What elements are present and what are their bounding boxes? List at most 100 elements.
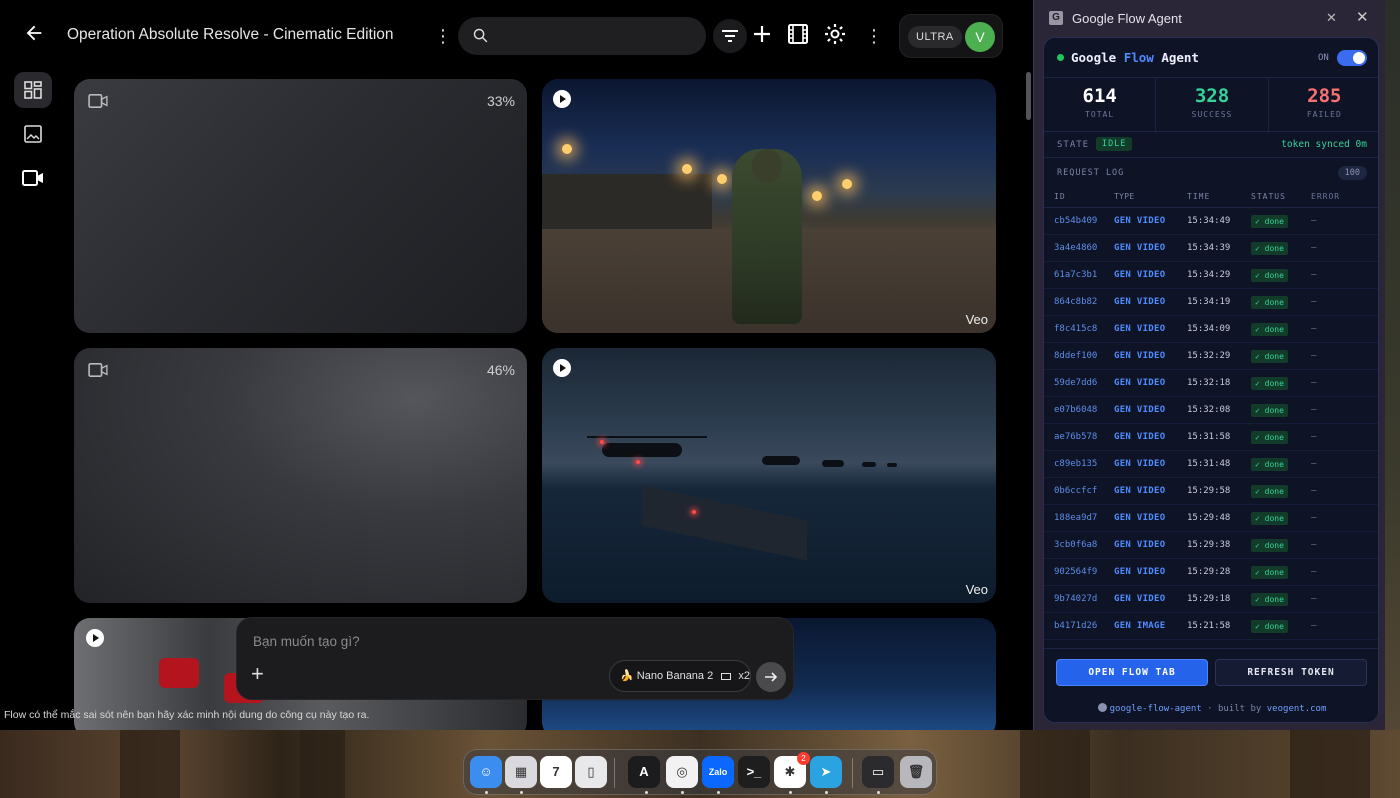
table-row[interactable]: 59de7dd6 GEN VIDEO 15:32:18 ✓ done — <box>1044 370 1378 397</box>
row-time: 15:32:08 <box>1187 405 1231 415</box>
row-time: 15:34:49 <box>1187 216 1231 226</box>
table-row[interactable]: e07b6048 GEN VIDEO 15:32:08 ✓ done — <box>1044 397 1378 424</box>
table-row[interactable]: 3cb0f6a8 GEN VIDEO 15:29:38 ✓ done — <box>1044 532 1378 559</box>
agent-window-title: Google Flow Agent <box>1072 11 1182 26</box>
agent-footer: OPEN FLOW TAB REFRESH TOKEN google-flow-… <box>1044 648 1378 722</box>
table-row[interactable]: 902564f9 GEN VIDEO 15:29:28 ✓ done — <box>1044 559 1378 586</box>
open-flow-tab-button[interactable]: OPEN FLOW TAB <box>1056 659 1208 686</box>
status-badge: ✓ done <box>1251 376 1288 390</box>
row-error: — <box>1311 621 1317 631</box>
dock-app-trash[interactable]: 🗑 <box>900 756 932 788</box>
table-row[interactable]: c89eb135 GEN VIDEO 15:31:48 ✓ done — <box>1044 451 1378 478</box>
account-area[interactable]: ULTRA V <box>899 14 1003 58</box>
dock-app-slack[interactable]: ✱ 2 <box>774 752 810 788</box>
disclaimer-text: Flow có thể mắc sai sót nên bạn hãy xác … <box>4 709 370 721</box>
dock-app-finder[interactable]: ☺ <box>470 756 502 788</box>
table-row[interactable]: 61a7c3b1 GEN VIDEO 15:34:29 ✓ done — <box>1044 262 1378 289</box>
add-icon[interactable] <box>750 22 776 48</box>
footer-credits: google-flow-agent · built by veogent.com <box>1044 703 1378 714</box>
table-row[interactable]: ae76b578 GEN VIDEO 15:31:58 ✓ done — <box>1044 424 1378 451</box>
project-more-icon[interactable]: ⋮ <box>434 24 452 48</box>
table-row[interactable]: cb54b409 GEN VIDEO 15:34:49 ✓ done — <box>1044 208 1378 235</box>
close-icon[interactable]: ✕ <box>1356 8 1369 26</box>
running-indicator <box>520 791 523 794</box>
row-type: GEN VIDEO <box>1114 270 1166 280</box>
prompt-input[interactable] <box>253 630 773 652</box>
video-tile-pending[interactable]: 46% <box>74 348 527 603</box>
table-row[interactable]: 9b74027d GEN VIDEO 15:29:18 ✓ done — <box>1044 586 1378 613</box>
search-bar[interactable] <box>458 17 706 55</box>
play-icon[interactable] <box>553 90 571 108</box>
table-row[interactable]: 188ea9d7 GEN VIDEO 15:29:48 ✓ done — <box>1044 505 1378 532</box>
table-row[interactable]: f8c415c8 GEN VIDEO 15:34:09 ✓ done — <box>1044 316 1378 343</box>
row-error: — <box>1311 486 1317 496</box>
videos-view-button[interactable] <box>14 160 52 196</box>
row-error: — <box>1311 405 1317 415</box>
film-icon[interactable] <box>786 22 812 48</box>
back-arrow-icon[interactable] <box>20 22 48 50</box>
settings-gear-icon[interactable] <box>823 22 849 48</box>
table-row[interactable]: 864c8b82 GEN VIDEO 15:34:19 ✓ done — <box>1044 289 1378 316</box>
row-type: GEN VIDEO <box>1114 594 1166 604</box>
table-row[interactable]: b4171d26 GEN IMAGE 15:21:58 ✓ done — <box>1044 613 1378 640</box>
model-selector[interactable]: 🍌 Nano Banana 2 x2 <box>609 660 751 692</box>
output-count: x2 <box>738 670 750 682</box>
row-error: — <box>1311 351 1317 361</box>
row-type: GEN VIDEO <box>1114 513 1166 523</box>
grid-view-button[interactable] <box>14 72 52 108</box>
dock-app-telegram[interactable]: ➤ <box>810 756 842 788</box>
filter-button[interactable] <box>713 19 747 53</box>
row-type: GEN VIDEO <box>1114 405 1166 415</box>
dock-app-calendar[interactable]: 7 <box>540 756 572 788</box>
arrow-right-icon <box>765 672 778 682</box>
dock-separator <box>852 758 853 788</box>
dock-app-zalo[interactable]: Zalo <box>702 756 734 788</box>
state-row: STATE IDLE token synced 0m <box>1044 132 1378 158</box>
model-name: Nano Banana 2 <box>636 670 714 682</box>
row-status: ✓ done <box>1251 403 1311 417</box>
agent-toggle[interactable] <box>1337 50 1367 66</box>
repo-link[interactable]: google-flow-agent <box>1110 704 1202 714</box>
table-row[interactable]: 8ddef100 GEN VIDEO 15:32:29 ✓ done — <box>1044 343 1378 370</box>
play-icon[interactable] <box>553 359 571 377</box>
project-title: Operation Absolute Resolve - Cinematic E… <box>67 26 394 43</box>
avatar[interactable]: V <box>965 22 995 52</box>
row-id: 188ea9d7 <box>1054 513 1098 523</box>
row-error: — <box>1311 540 1317 550</box>
row-time: 15:34:09 <box>1187 324 1231 334</box>
row-type: GEN IMAGE <box>1114 621 1166 631</box>
add-media-icon[interactable]: + <box>251 663 271 685</box>
row-status: ✓ done <box>1251 241 1311 255</box>
row-status: ✓ done <box>1251 349 1311 363</box>
video-tile-pending[interactable]: 33% <box>74 79 527 333</box>
dock-app-terminal[interactable]: >_ <box>738 756 770 788</box>
status-badge: ✓ done <box>1251 592 1288 606</box>
plan-badge: ULTRA <box>908 26 962 48</box>
pin-icon[interactable]: ✕ <box>1326 10 1337 26</box>
refresh-token-button[interactable]: REFRESH TOKEN <box>1215 659 1367 686</box>
dock-app-arc[interactable]: A <box>628 756 660 788</box>
video-tile-helicopters[interactable]: Veo <box>542 348 996 603</box>
scrollbar[interactable] <box>1024 60 1032 730</box>
dock-app-launchpad[interactable]: ▦ <box>505 756 537 788</box>
video-tile-soldier[interactable]: Veo <box>542 79 996 333</box>
send-button[interactable] <box>756 662 786 692</box>
table-row[interactable]: 0b6ccfcf GEN VIDEO 15:29:58 ✓ done — <box>1044 478 1378 505</box>
row-id: 8ddef100 <box>1054 351 1098 361</box>
search-input[interactable] <box>500 25 690 47</box>
row-error: — <box>1311 297 1317 307</box>
extension-g-icon: G <box>1049 11 1063 25</box>
site-link[interactable]: veogent.com <box>1267 704 1327 714</box>
dock-app-chrome[interactable]: ◎ <box>666 756 698 788</box>
table-row[interactable]: 3a4e4860 GEN VIDEO 15:34:39 ✓ done — <box>1044 235 1378 262</box>
images-view-button[interactable] <box>14 116 52 152</box>
more-options-icon[interactable]: ⋮ <box>865 24 883 48</box>
dock-app-iphone-mirroring[interactable]: ▯ <box>575 756 607 788</box>
scrollbar-thumb[interactable] <box>1026 72 1031 120</box>
launchpad-icon: ▦ <box>514 764 528 779</box>
table-header: ID TYPE TIME STATUS ERROR <box>1044 186 1378 208</box>
row-type: GEN VIDEO <box>1114 324 1166 334</box>
status-badge: ✓ done <box>1251 538 1288 552</box>
play-icon[interactable] <box>86 629 104 647</box>
dock-app-screen[interactable]: ▭ <box>862 756 894 788</box>
